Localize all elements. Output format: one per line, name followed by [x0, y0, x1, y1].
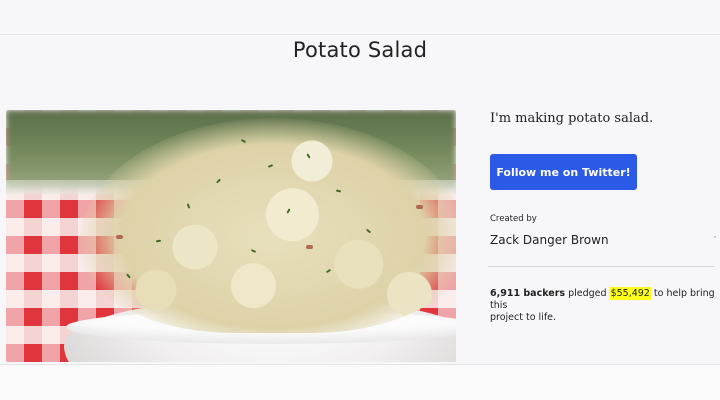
scroll-marker — [714, 236, 716, 238]
creator-name: Zack Danger Brown — [490, 233, 609, 247]
project-title: Potato Salad — [292, 38, 428, 62]
image-bacon — [416, 205, 423, 209]
follow-on-twitter-button[interactable]: Follow me on Twitter! — [490, 154, 637, 190]
pledged-text: pledged — [568, 288, 607, 299]
sidebar-divider — [488, 266, 715, 267]
funding-line-2: project to life. — [490, 312, 557, 323]
project-hero-image — [6, 110, 456, 362]
backers-count: 6,911 backers — [490, 288, 566, 299]
footer-band — [0, 365, 720, 400]
header-divider — [0, 34, 720, 35]
project-blurb: I'm making potato salad. — [490, 111, 654, 126]
image-bacon — [306, 245, 313, 249]
image-bacon — [116, 235, 123, 239]
funding-summary: 6,911 backers pledged $55,492 to help br… — [490, 287, 718, 324]
pledged-amount: $55,492 — [609, 287, 651, 300]
created-by-label: Created by — [490, 214, 537, 224]
